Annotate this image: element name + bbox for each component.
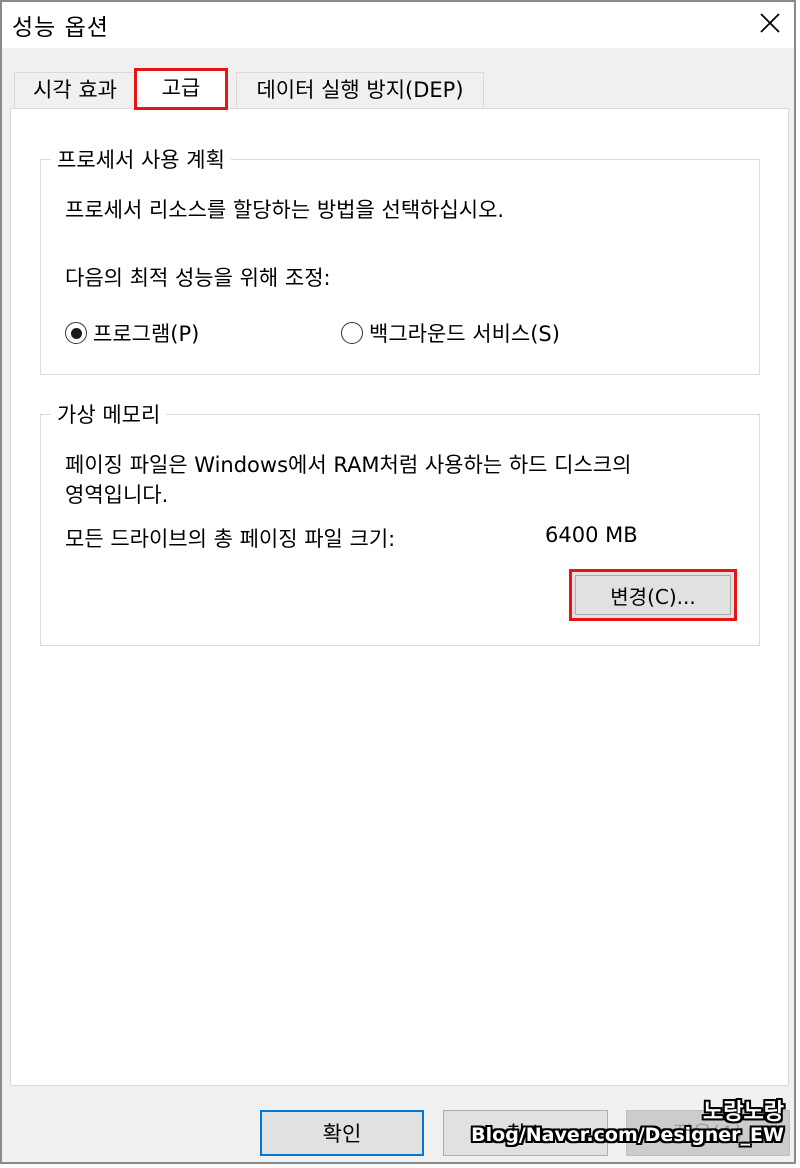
close-icon	[760, 13, 780, 33]
virtual-memory-description-line1: 페이징 파일은 Windows에서 RAM처럼 사용하는 하드 디스크의	[65, 453, 632, 477]
close-button[interactable]	[750, 4, 790, 42]
watermark-blog-url: Blog/Naver.com/Designer_EW	[471, 1124, 784, 1146]
processor-scheduling-group: 프로세서 사용 계획 프로세서 리소스를 할당하는 방법을 선택하십시오. 다음…	[40, 144, 760, 375]
adjust-for-label: 다음의 최적 성능을 위해 조정:	[65, 266, 331, 290]
virtual-memory-title: 가상 메모리	[51, 399, 167, 429]
advanced-tab-panel: 프로세서 사용 계획 프로세서 리소스를 할당하는 방법을 선택하십시오. 다음…	[10, 108, 789, 1086]
tab-strip: 시각 효과 고급 데이터 실행 방지(DEP)	[10, 68, 790, 110]
change-virtual-memory-button[interactable]: 변경(C)...	[569, 569, 737, 621]
radio-background-services[interactable]: 백그라운드 서비스(S)	[341, 318, 560, 348]
title-bar: 성능 옵션	[2, 2, 794, 48]
virtual-memory-group: 가상 메모리 페이징 파일은 Windows에서 RAM처럼 사용하는 하드 디…	[40, 399, 760, 646]
processor-scheduling-title: 프로세서 사용 계획	[51, 144, 231, 174]
performance-options-dialog: 성능 옵션 시각 효과 고급 데이터 실행 방지(DEP) 프로세서 사용 계획…	[0, 0, 796, 1164]
total-paging-file-value: 6400 MB	[545, 523, 638, 547]
radio-programs-label: 프로그램(P)	[93, 322, 200, 346]
watermark-name: 노랑노랑	[703, 1100, 784, 1125]
total-paging-file-label: 모든 드라이브의 총 페이징 파일 크기:	[65, 527, 396, 551]
tab-advanced[interactable]: 고급	[134, 68, 228, 110]
radio-unselected-icon	[341, 322, 363, 344]
processor-description: 프로세서 리소스를 할당하는 방법을 선택하십시오.	[65, 198, 505, 222]
virtual-memory-description-line2: 영역입니다.	[65, 483, 169, 507]
radio-programs[interactable]: 프로그램(P)	[65, 318, 199, 348]
window-title: 성능 옵션	[12, 15, 109, 41]
tab-data-execution-prevention[interactable]: 데이터 실행 방지(DEP)	[236, 72, 484, 108]
radio-selected-icon	[65, 322, 87, 344]
tab-visual-effects[interactable]: 시각 효과	[14, 72, 136, 108]
ok-button[interactable]: 확인	[260, 1110, 424, 1156]
radio-background-services-label: 백그라운드 서비스(S)	[369, 322, 560, 346]
